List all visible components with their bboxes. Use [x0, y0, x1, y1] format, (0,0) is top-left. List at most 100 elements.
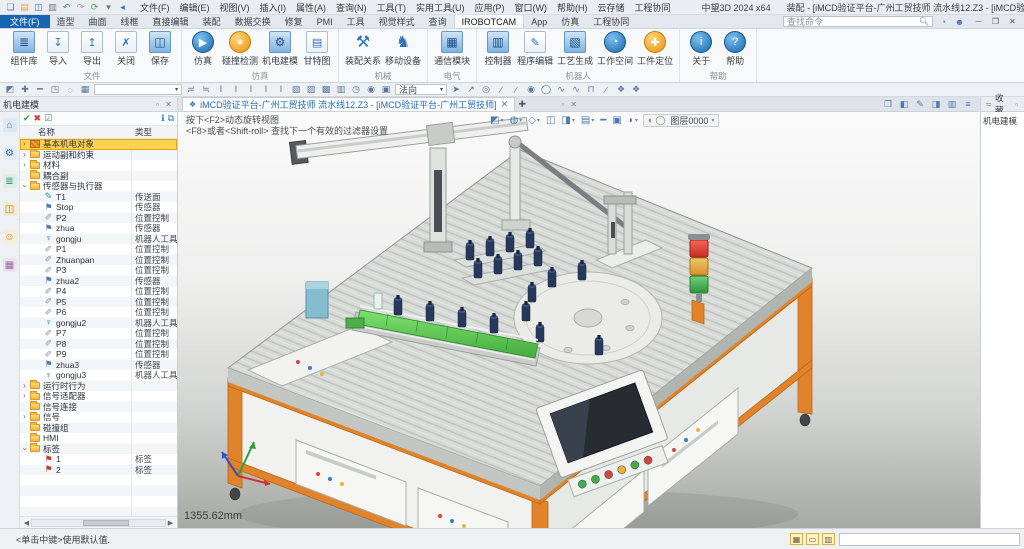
panel-close-icon[interactable]: ✕ [163, 100, 174, 109]
ribbon-button-机电建模[interactable]: ⚙机电建模 [260, 30, 300, 70]
select-icon[interactable]: ◩ [4, 84, 16, 96]
ribbon-tab-查询[interactable]: 查询 [422, 15, 454, 28]
machine-model[interactable] [178, 112, 980, 528]
target-icon[interactable]: ◉ [365, 84, 377, 96]
expand-arrow-icon[interactable]: › [20, 151, 29, 159]
prompt-toggle-icon[interactable]: ▭ [806, 533, 819, 545]
ribbon-tab-工程协同[interactable]: 工程协同 [586, 15, 636, 28]
circle2-icon[interactable]: ◯ [540, 84, 552, 96]
box3-icon[interactable]: ▩ [320, 84, 332, 96]
ribbon-tab-曲面[interactable]: 曲面 [82, 15, 114, 28]
fav-pin-icon[interactable]: ≂ [983, 100, 994, 109]
ribbon-button-工件定位[interactable]: ✚工件定位 [635, 30, 675, 70]
ribbon-tab-PMI[interactable]: PMI [310, 15, 340, 28]
scroll-thumb[interactable] [83, 520, 129, 526]
menu-item[interactable]: 云存储 [593, 0, 630, 15]
expand-arrow-icon[interactable]: › [20, 140, 29, 148]
snap3-icon[interactable]: Ⅰ [245, 84, 257, 96]
spline-icon[interactable]: ∿ [555, 84, 567, 96]
remove-icon[interactable]: ━ [34, 84, 46, 96]
viewport-3d[interactable]: 按下<F2>动态旋转视图 <F8>或者<Shift-roll> 查找下一个有效的… [178, 112, 980, 528]
menu-item[interactable]: 工具(T) [372, 0, 412, 15]
minimize-icon[interactable]: ─ [970, 17, 987, 26]
menu-item[interactable]: 工程协同 [630, 0, 676, 15]
open-icon[interactable]: ▤ [18, 1, 31, 13]
verify-icon[interactable]: ☑ [44, 114, 52, 123]
ribbon-tab-线框[interactable]: 线框 [114, 15, 146, 28]
orient-icon[interactable]: ◇▾ [528, 115, 540, 126]
pointer-icon[interactable]: ➤ [450, 84, 462, 96]
ribbon-button-移动设备[interactable]: ♞移动设备 [383, 30, 423, 70]
ribbon-tab-IROBOTCAM[interactable]: IROBOTCAM [454, 15, 525, 28]
display-icon[interactable]: ▤▾ [581, 115, 594, 126]
ribbon-button-关于[interactable]: i关于 [684, 30, 718, 70]
favorites-item[interactable]: 机电建模 [981, 112, 1024, 130]
menu-item[interactable]: 文件(F) [135, 0, 175, 15]
refresh-icon[interactable]: ⟳ [88, 1, 101, 13]
box4-icon[interactable]: ▥ [335, 84, 347, 96]
expand-arrow-icon[interactable]: › [20, 161, 29, 169]
new-tab-button[interactable]: ✚ [515, 97, 529, 111]
align2-icon[interactable]: ≒ [200, 84, 212, 96]
ribbon-button-程序编辑[interactable]: ✎程序编辑 [515, 30, 555, 70]
ribbon-button-碰撞检测[interactable]: ✶碰撞检测 [220, 30, 260, 70]
assembly-manager-icon[interactable]: ⚙ [3, 146, 17, 160]
cancel-icon[interactable]: ✖ [34, 114, 42, 123]
window-pick-icon[interactable]: ◳ [49, 84, 61, 96]
snap4-icon[interactable]: Ⅰ [260, 84, 272, 96]
home-manager-icon[interactable]: ⌂ [3, 118, 17, 132]
ribbon-button-导出[interactable]: ↥导出 [75, 30, 109, 70]
save-icon[interactable]: ◫ [32, 1, 45, 13]
annotate-icon[interactable]: ✎ [914, 98, 926, 110]
table-icon[interactable]: ▦ [79, 84, 91, 96]
print-icon[interactable]: ▥ [46, 1, 59, 13]
snap2-icon[interactable]: Ⅰ [230, 84, 242, 96]
normal-combo[interactable]: 法向▾ [395, 84, 447, 95]
tabgroup-restore-icon[interactable]: ▫ [557, 100, 568, 109]
arc-icon[interactable]: ⊓ [585, 84, 597, 96]
expand-arrow-icon[interactable]: › [20, 382, 29, 390]
ribbon-tab-数据交换[interactable]: 数据交换 [228, 15, 278, 28]
menu-item[interactable]: 窗口(W) [510, 0, 553, 15]
close-icon[interactable]: ✕ [1004, 17, 1021, 26]
ribbon-tab-直接编辑[interactable]: 直接编辑 [146, 15, 196, 28]
section-icon[interactable]: ◫ [546, 115, 555, 126]
menu-item[interactable]: 属性(A) [291, 0, 331, 15]
menu-item[interactable]: 帮助(H) [552, 0, 593, 15]
leaf-icon[interactable]: ❖ [615, 84, 627, 96]
ribbon-button-工艺生成[interactable]: ▧工艺生成 [555, 30, 595, 70]
undo-icon[interactable]: ↶ [60, 1, 73, 13]
expand-arrow-icon[interactable]: › [20, 392, 29, 400]
expand-arrow-icon[interactable]: › [21, 444, 29, 453]
ribbon-tab-App[interactable]: App [524, 15, 554, 28]
panel-pin-icon[interactable]: ▫ [152, 100, 163, 109]
point-icon[interactable]: ◎ [480, 84, 492, 96]
menu-item[interactable]: 编辑(E) [175, 0, 215, 15]
style-icon[interactable]: ◧ [898, 98, 910, 110]
clip-icon[interactable]: ◗▾ [628, 115, 638, 126]
render-style-icon[interactable]: ◍▾ [509, 115, 522, 126]
back-icon[interactable]: ◂ [116, 1, 129, 13]
account-icon[interactable]: ☻ [953, 16, 966, 28]
history-icon[interactable]: ◷ [350, 84, 362, 96]
menu-item[interactable]: 应用(P) [470, 0, 510, 15]
redo-icon[interactable]: ↷ [74, 1, 87, 13]
ribbon-button-仿真[interactable]: ▶仿真 [186, 30, 220, 70]
ribbon-button-装配关系[interactable]: ⚒装配关系 [343, 30, 383, 70]
menu-item[interactable]: 视图(V) [215, 0, 255, 15]
view-cube-icon[interactable]: ◩▾ [490, 115, 503, 126]
shade-mode-icon[interactable]: ◨▾ [561, 115, 574, 126]
circle-icon[interactable]: ◉ [525, 84, 537, 96]
circle-pick-icon[interactable]: ◌ [64, 84, 76, 96]
dropdown-icon[interactable]: ▾ [102, 1, 115, 13]
expand-arrow-icon[interactable]: › [21, 182, 29, 191]
scroll-right-icon[interactable]: ▶ [166, 519, 175, 527]
plane-icon[interactable]: ▣ [380, 84, 392, 96]
box2-icon[interactable]: ▨ [305, 84, 317, 96]
ribbon-button-工作空间[interactable]: ◔工作空间 [595, 30, 635, 70]
ribbon-button-关闭[interactable]: ✗关闭 [109, 30, 143, 70]
ribbon-button-通信模块[interactable]: ▦通信模块 [432, 30, 472, 70]
snap5-icon[interactable]: Ⅰ [275, 84, 287, 96]
leaf2-icon[interactable]: ❖ [630, 84, 642, 96]
user-manager-icon[interactable]: ☺ [3, 230, 17, 244]
